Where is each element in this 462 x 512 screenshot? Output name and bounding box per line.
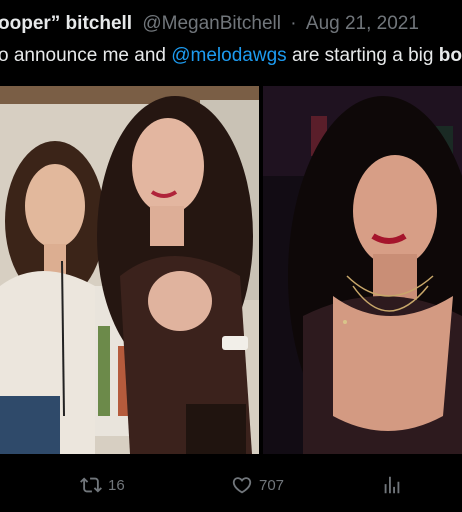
author-display-name[interactable]: ooper” bitchell: [0, 13, 132, 34]
mention-link[interactable]: @melodawgs: [171, 45, 286, 66]
analytics-button[interactable]: [381, 468, 403, 502]
retweet-icon: [80, 477, 102, 493]
tweet-date[interactable]: Aug 21, 2021: [306, 13, 419, 34]
meta-separator: ·: [290, 13, 297, 34]
photo-right[interactable]: [263, 86, 462, 454]
photo-right-image: [263, 86, 462, 454]
author-handle[interactable]: @MeganBitchell: [142, 13, 281, 34]
retweet-count: 16: [108, 476, 125, 494]
photo-left[interactable]: [0, 86, 259, 454]
like-button[interactable]: 707: [231, 468, 284, 502]
tweet-text: o announce me and @melodawgs are startin…: [0, 44, 462, 68]
tweet-actions: 16 707: [0, 468, 462, 502]
tweet-text-bold: bo: [438, 45, 462, 66]
tweet-header: ooper” bitchell @MeganBitchell · Aug 21,…: [0, 0, 462, 84]
heart-icon: [232, 477, 252, 494]
tweet-text-prefix: o announce me and: [0, 45, 166, 66]
tweet-text-middle: are starting a big: [291, 45, 434, 66]
like-count: 707: [259, 476, 285, 494]
retweet-button[interactable]: 16: [80, 468, 125, 502]
photo-left-image: [0, 86, 259, 454]
tweet-media[interactable]: [0, 86, 462, 454]
analytics-icon: [384, 476, 400, 494]
tweet-author-line: ooper” bitchell @MeganBitchell · Aug 21,…: [0, 12, 419, 36]
